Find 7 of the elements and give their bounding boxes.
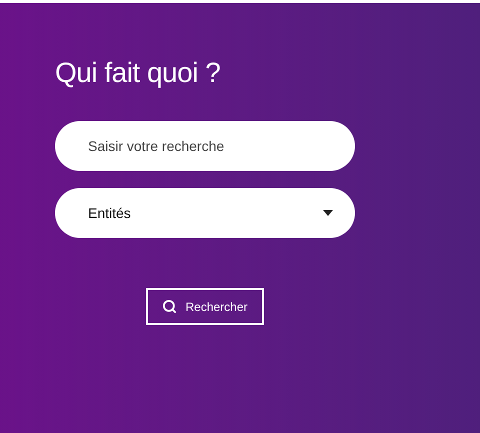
entity-dropdown[interactable]: Entités	[55, 188, 355, 238]
search-button[interactable]: Rechercher	[146, 288, 264, 325]
search-icon	[162, 299, 178, 314]
dropdown-value: Entités	[88, 204, 131, 222]
search-field[interactable]: Saisir votre recherche	[55, 121, 355, 171]
page-title: Qui fait quoi ?	[55, 56, 220, 90]
caret-icon	[323, 210, 333, 216]
